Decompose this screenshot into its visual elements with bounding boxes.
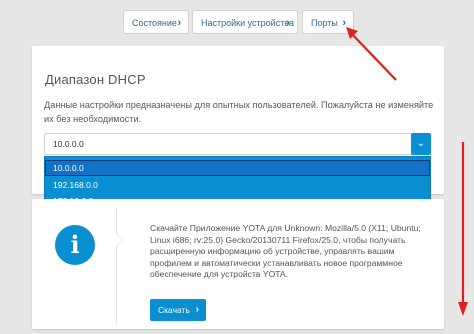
breadcrumb-label: Порты bbox=[311, 18, 338, 28]
dropdown-option[interactable]: 10.0.0.0 bbox=[45, 160, 430, 176]
divider bbox=[116, 209, 117, 324]
download-button[interactable]: Скачать › bbox=[150, 299, 206, 321]
dhcp-range-select[interactable]: 10.0.0.0 ⌄ bbox=[44, 133, 431, 155]
dhcp-description: Данные настройки предназначены для опытн… bbox=[44, 100, 434, 124]
dhcp-title: Диапазон DHCP bbox=[45, 72, 146, 87]
breadcrumb-label: Настройки устройства bbox=[201, 18, 294, 28]
chevron-right-icon: › bbox=[177, 17, 181, 29]
breadcrumb-item-device-settings[interactable]: Настройки устройства › bbox=[192, 10, 298, 34]
red-arrow-annotation bbox=[458, 142, 468, 316]
chevron-right-icon: › bbox=[195, 304, 199, 315]
red-arrow-annotation bbox=[346, 27, 397, 81]
breadcrumb-item-status[interactable]: Состояние › bbox=[123, 10, 189, 34]
download-button-label: Скачать bbox=[158, 305, 190, 315]
chevron-right-icon: › bbox=[286, 17, 290, 29]
info-icon: i bbox=[55, 225, 95, 265]
dhcp-select-value: 10.0.0.0 bbox=[53, 139, 84, 149]
app-download-text: Скачайте Приложение YOTA для Unknown: Mo… bbox=[150, 223, 421, 280]
breadcrumb-label: Состояние bbox=[132, 18, 177, 28]
dropdown-option[interactable]: 192.168.0.0 bbox=[45, 177, 430, 193]
app-download-card: i Скачайте Приложение YOTA для Unknown: … bbox=[32, 199, 444, 329]
chevron-down-icon[interactable]: ⌄ bbox=[411, 133, 431, 155]
breadcrumb: Состояние › Настройки устройства › Порты… bbox=[0, 10, 474, 36]
divider-notch-inner bbox=[116, 234, 122, 246]
